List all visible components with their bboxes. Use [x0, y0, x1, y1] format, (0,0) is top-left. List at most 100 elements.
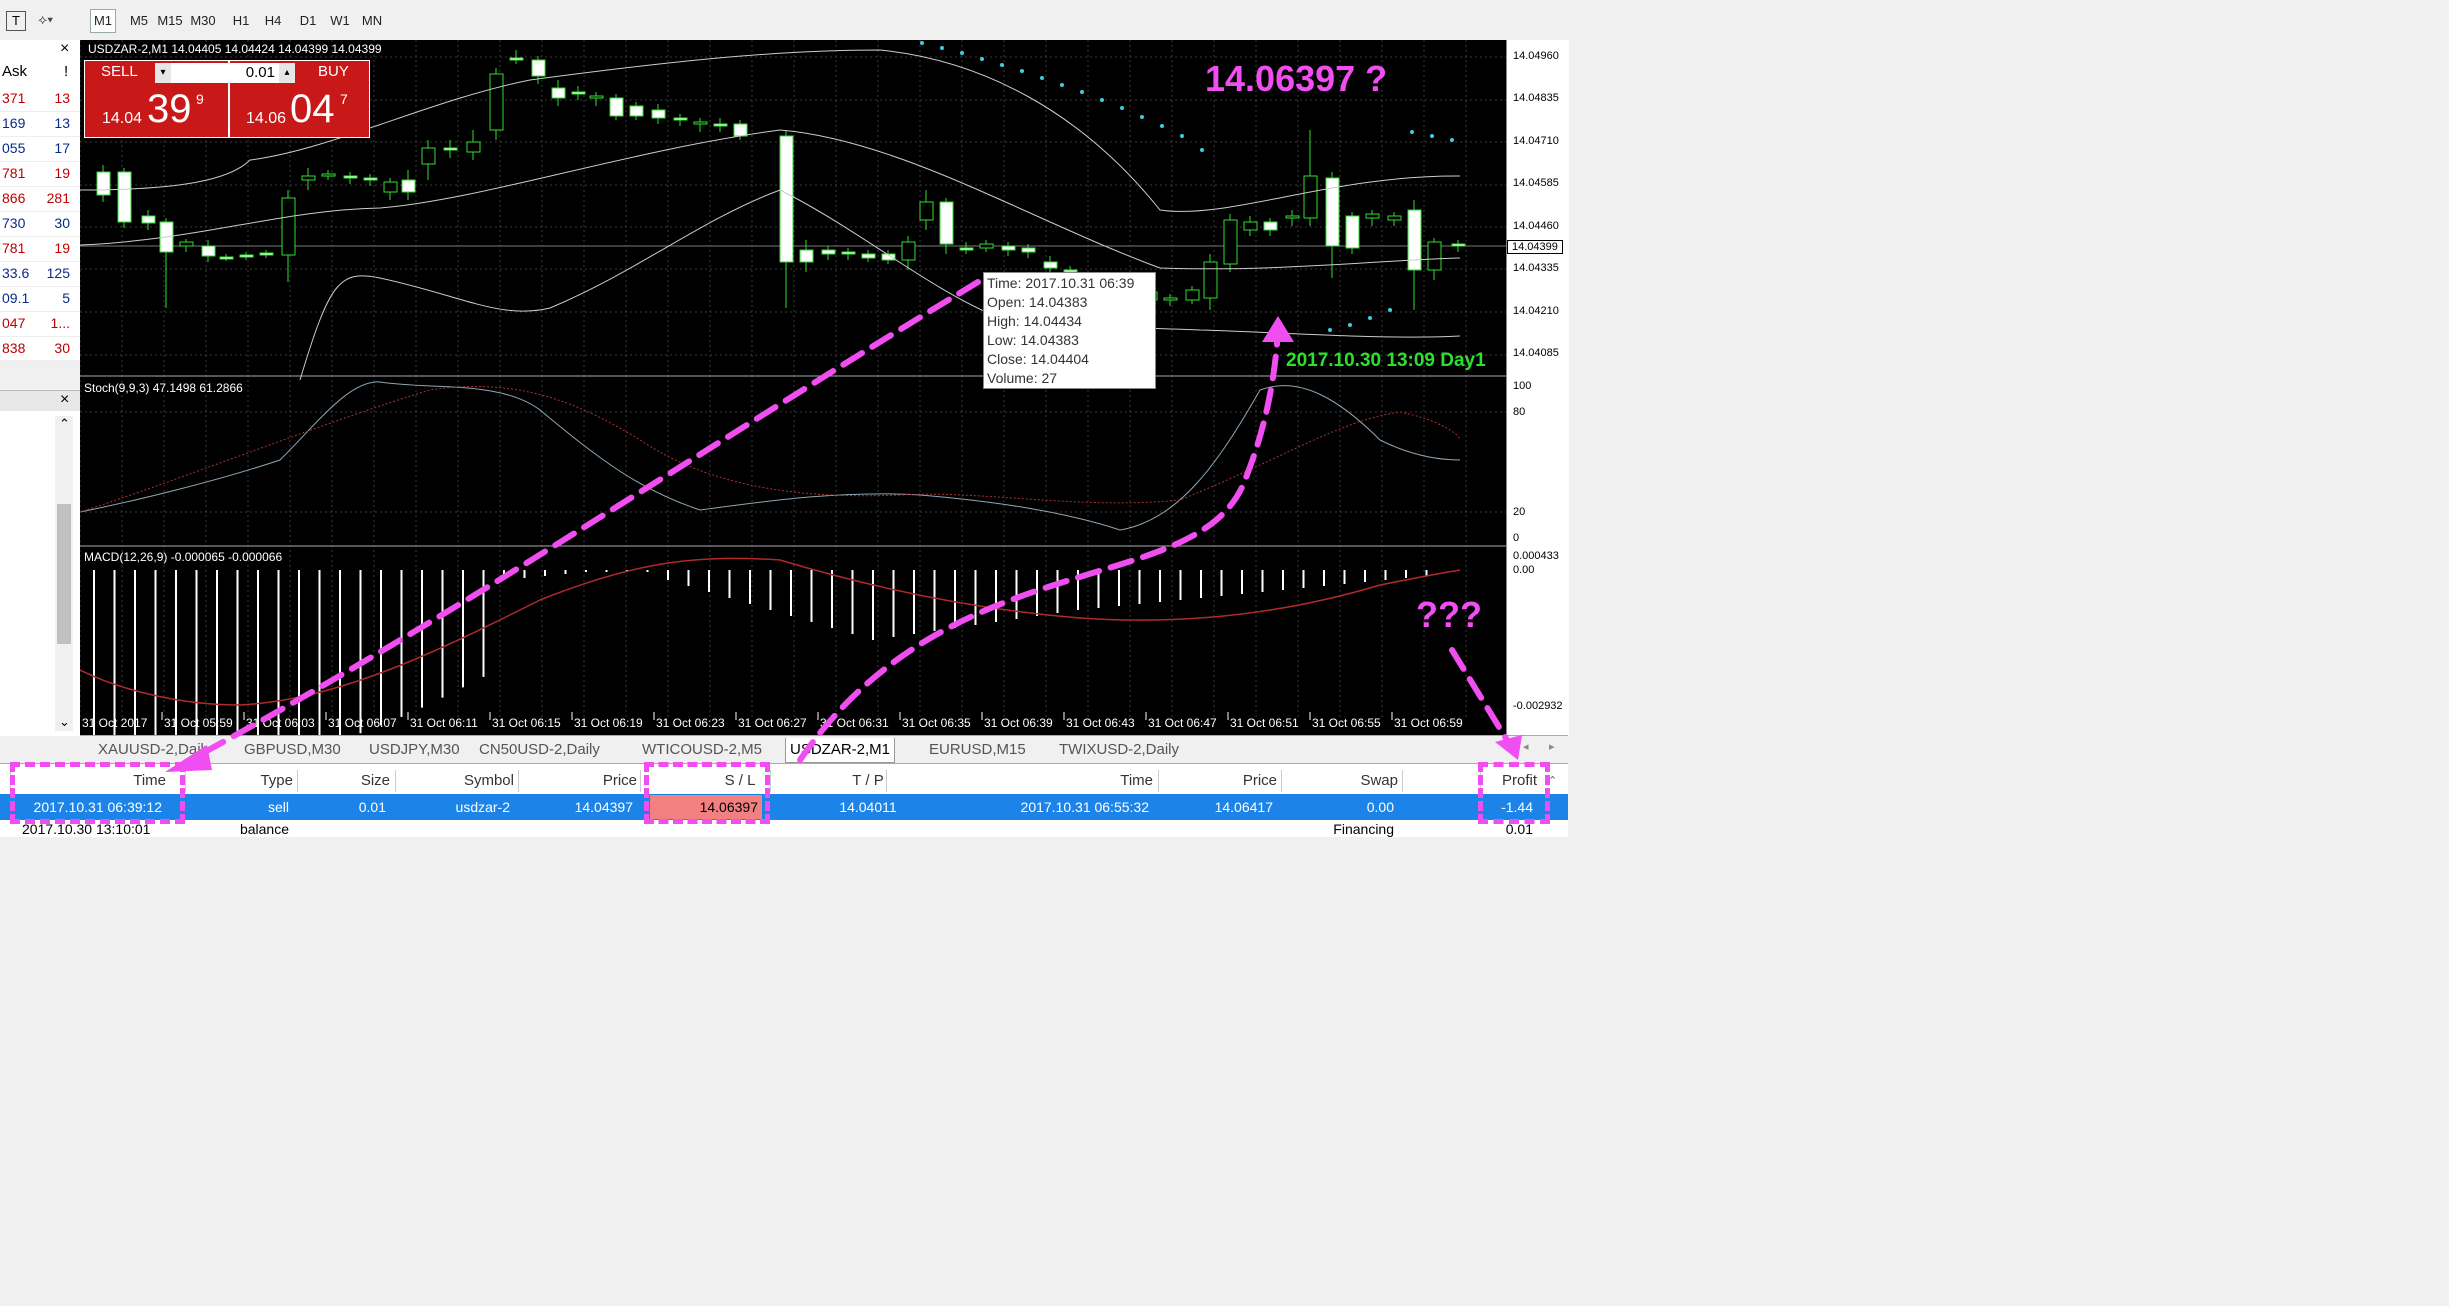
column-header-tp[interactable]: T / P	[828, 769, 908, 793]
sell-label: SELL	[101, 63, 138, 80]
timeframe-h4[interactable]: H4	[258, 10, 288, 32]
market-watch-row[interactable]: 33.6 125	[0, 261, 80, 287]
column-separator[interactable]	[297, 770, 298, 792]
tab-twixusd-2-daily[interactable]: TWIXUSD-2,Daily	[1055, 738, 1183, 762]
market-watch-row[interactable]: 09.1 5	[0, 286, 80, 312]
candle-body	[1451, 243, 1466, 247]
candle-body	[651, 109, 666, 119]
column-header-type[interactable]: Type	[260, 769, 293, 793]
column-separator[interactable]	[518, 770, 519, 792]
candle-body	[1203, 261, 1218, 299]
buy-button[interactable]: BUY 14.06 04 7	[228, 61, 371, 137]
timeframe-m5[interactable]: M5	[124, 10, 154, 32]
tab-cn50usd-2-daily[interactable]: CN50USD-2,Daily	[475, 738, 604, 762]
tab-xauusd-2-daily[interactable]: XAUUSD-2,Daily	[94, 738, 215, 762]
column-separator[interactable]	[185, 770, 186, 792]
selected-order-row[interactable]	[0, 794, 1568, 820]
price-scale-label: 14.04085	[1513, 347, 1559, 359]
cell-symbol: usdzar-2	[455, 799, 510, 815]
ask-column-header[interactable]: Ask	[2, 63, 27, 80]
sar-dot	[1140, 115, 1144, 119]
macd-scale-label: -0.002932	[1513, 700, 1563, 712]
column-header-swap[interactable]: Swap	[1360, 769, 1398, 793]
candle-body	[443, 147, 458, 151]
cell-type: sell	[267, 799, 289, 815]
chart-canvas[interactable]	[80, 40, 1506, 735]
timeframe-m15[interactable]: M15	[155, 10, 185, 32]
ask-value: 33.6	[2, 265, 30, 281]
close-icon[interactable]: ×	[60, 40, 69, 58]
tab-wticousd-2-m5[interactable]: WTICOUSD-2,M5	[638, 738, 766, 762]
market-watch-row[interactable]: 866 281	[0, 186, 80, 212]
close-icon[interactable]: ×	[60, 391, 69, 409]
cell-tp: 14.04011	[839, 799, 897, 815]
column-separator[interactable]	[640, 770, 641, 792]
column-separator[interactable]	[770, 770, 771, 792]
candle-body	[301, 175, 316, 181]
tab-gbpusd-m30[interactable]: GBPUSD,M30	[240, 738, 345, 762]
market-watch-row[interactable]: 838 30	[0, 336, 80, 362]
market-watch-row[interactable]: 371 13	[0, 86, 80, 112]
candle-body	[609, 97, 624, 117]
tabs-next-icon[interactable]: ▸	[1549, 740, 1555, 753]
market-watch-row[interactable]: 781 19	[0, 161, 80, 187]
scroll-thumb[interactable]	[57, 504, 71, 644]
time-axis-label: 31 Oct 06:03	[246, 716, 315, 730]
candle-body	[1043, 261, 1058, 269]
timeframe-h1[interactable]: H1	[226, 10, 256, 32]
price-scale[interactable]: 14.04960 14.04835 14.04710 14.04585 14.04460…	[1506, 40, 1569, 735]
column-separator[interactable]	[1281, 770, 1282, 792]
market-watch-row[interactable]: 047 1...	[0, 311, 80, 337]
column-separator[interactable]	[1158, 770, 1159, 792]
scroll-up-icon[interactable]: ⌃	[59, 416, 70, 432]
time-axis-label: 31 Oct 06:39	[984, 716, 1053, 730]
scroll-down-icon[interactable]: ⌄	[59, 714, 70, 730]
ask-value: 055	[2, 140, 26, 156]
candle-body	[979, 243, 994, 249]
time-axis-label: 31 Oct 2017	[82, 716, 148, 730]
time-axis-label: 31 Oct 06:19	[574, 716, 643, 730]
column-header-price[interactable]: Price	[603, 769, 637, 793]
chart-window[interactable]: USDZAR-2,M1 14.04405 14.04424 14.04399 1…	[80, 40, 1506, 735]
tab-usdzar-2-m1[interactable]: USDZAR-2,M1	[785, 738, 896, 763]
candle-body	[1303, 175, 1318, 219]
column-separator[interactable]	[886, 770, 887, 792]
tab-usdjpy-m30[interactable]: USDJPY,M30	[365, 738, 464, 762]
tab-eurusd-m15[interactable]: EURUSD,M15	[925, 738, 1030, 762]
candle-body	[901, 241, 916, 261]
sar-dot	[1450, 138, 1454, 142]
tooltip-low: Low: 14.04383	[987, 332, 1079, 348]
timeframe-m1[interactable]: M1	[90, 9, 116, 33]
column-separator[interactable]	[395, 770, 396, 792]
time-axis-label: 31 Oct 06:11	[410, 716, 478, 730]
market-watch-row[interactable]: 055 17	[0, 136, 80, 162]
column-header-price2[interactable]: Price	[1243, 769, 1277, 793]
column-separator[interactable]	[1402, 770, 1403, 792]
timeframe-d1[interactable]: D1	[293, 10, 323, 32]
candle-body	[1427, 241, 1442, 271]
candle-body	[551, 87, 566, 99]
timeframe-mn[interactable]: MN	[357, 10, 387, 32]
tabs-prev-icon[interactable]: ◂	[1523, 740, 1529, 753]
column-header-time2[interactable]: Time	[1120, 769, 1153, 793]
timeframe-m30[interactable]: M30	[188, 10, 218, 32]
navigator-scrollbar[interactable]: ⌃ ⌄	[55, 416, 73, 731]
price-scale-label: 14.04835	[1513, 92, 1559, 104]
timeframe-w1[interactable]: W1	[325, 10, 355, 32]
column-header-symbol[interactable]: Symbol	[464, 769, 514, 793]
ask-value: 781	[2, 165, 26, 181]
candle-body	[713, 123, 728, 127]
column-header-size[interactable]: Size	[361, 769, 390, 793]
ask-value: 371	[2, 90, 26, 106]
objects-dropdown-icon[interactable]: ⟡▾	[38, 11, 53, 28]
stoch-label: Stoch(9,9,3) 47.1498 61.2866	[84, 381, 243, 395]
market-watch-row[interactable]: 169 13	[0, 111, 80, 137]
tooltip-open: Open: 14.04383	[987, 294, 1088, 310]
sell-price-sup: 9	[196, 91, 204, 107]
flag-column-header[interactable]: !	[64, 63, 68, 80]
market-watch-row[interactable]: 781 19	[0, 236, 80, 262]
candle-body	[779, 135, 794, 263]
text-tool-icon[interactable]: T	[6, 11, 26, 31]
market-watch-row[interactable]: 730 30	[0, 211, 80, 237]
lot-down-icon[interactable]: ▾	[155, 63, 171, 83]
